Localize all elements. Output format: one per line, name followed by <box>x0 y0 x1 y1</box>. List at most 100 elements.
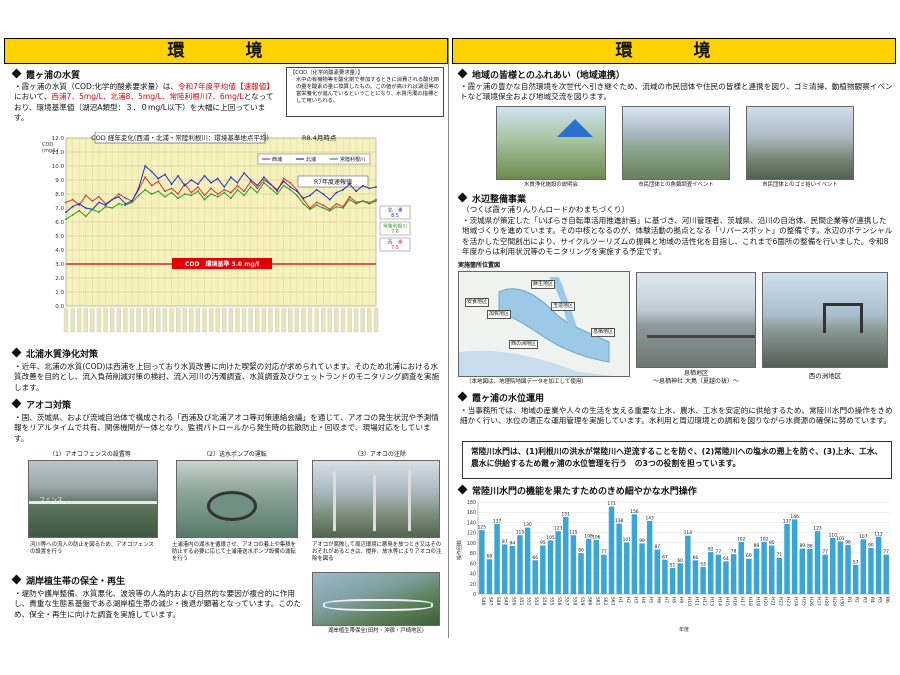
bar-value-label: 66 <box>532 555 538 561</box>
y-tick-label: 0 <box>473 592 476 598</box>
series-point <box>361 200 364 202</box>
x-tick-label: R3 <box>861 597 867 603</box>
x-tick-label: S50 <box>510 597 516 606</box>
series-point <box>164 173 166 176</box>
bar-value-label: 99 <box>639 538 645 544</box>
aoko-photo2-caption: 土浦港内の湖水を循環させ、アオコの着上や集積を防止する必要に応じて土浦港送水ポン… <box>172 542 296 562</box>
x-tick-label: H8 <box>671 597 677 603</box>
x-tick-label: R5 <box>877 597 883 603</box>
series-point <box>262 179 265 181</box>
x-tick-label <box>63 307 69 333</box>
map-label-kaga: 加賀地区 <box>487 310 512 319</box>
series-point <box>282 177 285 180</box>
series-point <box>375 198 377 201</box>
y-tick-label: 80 <box>470 551 476 557</box>
series-point <box>355 202 358 205</box>
x-tick-label: S62 <box>602 597 608 606</box>
x-tick-label <box>215 307 220 333</box>
series-point <box>223 186 226 188</box>
series-point <box>65 218 67 221</box>
series-point <box>111 198 114 201</box>
series-point <box>309 194 311 197</box>
bar-value-label: 107 <box>859 534 868 540</box>
x-tick-label <box>162 307 168 333</box>
series-point <box>361 184 364 187</box>
bar-value-label: 69 <box>746 553 752 559</box>
location-map: 安食地区 麻生地区 加賀地区 玉造地区 息栖地区 西の洲地区 <box>458 271 630 377</box>
bar-value-label: 77 <box>822 549 828 555</box>
x-tick-label <box>70 307 75 333</box>
page: 環 境 環 境 霞ヶ浦の水質 ・霞ヶ浦の水質（COD:化学的酸素要求量）は、令和… <box>0 0 900 675</box>
bar-value-label: 96 <box>845 539 851 545</box>
x-tick-label: H2 <box>625 597 631 603</box>
bar <box>601 554 607 594</box>
bar-value-label: 137 <box>493 518 502 524</box>
series-point <box>124 204 127 207</box>
series-point <box>84 215 87 218</box>
series-point <box>243 190 245 193</box>
y-tick-label: 40 <box>470 572 476 578</box>
series-point <box>65 201 67 204</box>
bar-value-label: 67 <box>662 554 668 560</box>
series-point <box>256 191 259 194</box>
series-point <box>98 201 100 204</box>
y-tick-label: 100 <box>467 541 476 547</box>
community-caption-3: 市民団体とのゴミ拾いイベント <box>762 182 838 188</box>
bar <box>753 548 760 594</box>
series-point <box>289 188 292 191</box>
bar <box>631 514 638 594</box>
community-text: ・霞ヶ浦の豊かな自然環境を次世代へ引き継ぐため、流域の市民団体や住民の皆様と連携… <box>460 82 893 102</box>
bar-value-label: 138 <box>615 518 624 524</box>
series-point <box>309 208 311 211</box>
bar-value-label: 80 <box>578 548 584 554</box>
aoko-photo3-title: （3）アオコの注除 <box>354 451 406 458</box>
series-point <box>150 184 153 187</box>
series-point <box>256 184 259 187</box>
bar <box>517 535 523 594</box>
x-tick-label <box>294 307 300 333</box>
aoko-photo1-title: （1）アオコフェンスの設置等 <box>49 451 131 458</box>
series-point <box>315 204 318 207</box>
cod-note-title: 【COD（化学的酸素要求量）】 <box>290 70 363 76</box>
bar-value-label: 71 <box>777 552 783 558</box>
bar-value-label: 64 <box>723 556 729 562</box>
y-tick-label: 9.0 <box>55 178 64 184</box>
x-tick-label <box>228 307 234 333</box>
bar-value-label: 88 <box>807 544 813 550</box>
bar <box>830 537 836 594</box>
bar <box>692 560 699 594</box>
end-label-name: 北 浦 <box>388 207 403 214</box>
cod-note-box: 【COD（化学的酸素要求量）】 水中の有機物等を酸化剤で参加するときに消費される… <box>286 67 444 117</box>
bar-value-label: 171 <box>607 501 616 507</box>
series-point <box>236 181 239 184</box>
series-point <box>91 208 94 211</box>
bar-value-label: 95 <box>769 540 775 546</box>
series-point <box>335 191 338 194</box>
series-point <box>348 198 351 201</box>
bar <box>723 561 729 594</box>
bar-value-label: 90 <box>868 543 874 549</box>
diamond-bullet-icon <box>457 391 468 402</box>
x-tick-label <box>373 307 379 333</box>
y-tick-label: 4.0 <box>55 248 64 254</box>
x-tick-label: H9 <box>678 597 684 603</box>
series-point <box>65 211 67 214</box>
ikisu-caption: 息栖地区 ～息栖神社 大鳥（夏越の祓）～ <box>653 370 739 385</box>
bar-value-label: 114 <box>684 530 693 536</box>
bar-value-label: 66 <box>693 555 699 561</box>
x-tick-label <box>354 307 359 333</box>
bar <box>814 531 821 594</box>
series-point <box>229 197 232 200</box>
series-point <box>71 214 74 216</box>
bar <box>845 544 851 594</box>
x-tick-label: H15 <box>724 597 730 606</box>
y-tick-label: 120 <box>467 531 476 537</box>
bar <box>509 545 516 594</box>
nishinosu-photo <box>762 272 888 368</box>
r7-label: R7年度速報値 <box>314 178 352 186</box>
y-tick-label: 140 <box>467 520 476 526</box>
map-label-anjiki: 安食地区 <box>465 298 490 307</box>
x-tick-label: H4 <box>640 597 646 603</box>
y-tick-label: 6.0 <box>55 220 64 226</box>
y-tick-label: 12.0 <box>52 136 65 142</box>
